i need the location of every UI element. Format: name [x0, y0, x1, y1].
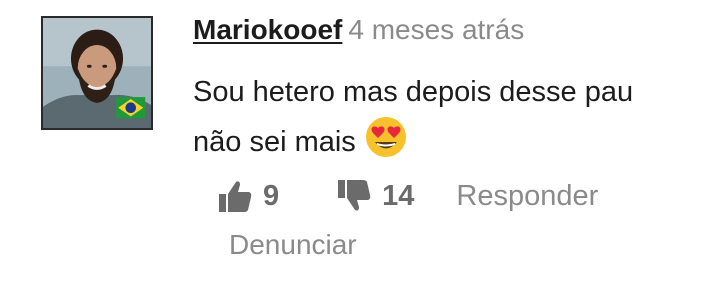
thumbs-down-icon [338, 180, 371, 211]
comment-text-line-2: não sei mais [193, 126, 356, 158]
like-button[interactable]: 9 [215, 176, 279, 216]
comment-text-line: Sou hetero mas depois desse pau [193, 76, 634, 108]
comment-timestamp: 4 meses atrás [348, 14, 525, 45]
thumbs-up-icon [219, 181, 252, 212]
reply-button[interactable]: Responder [456, 180, 598, 213]
dislike-count: 14 [382, 179, 415, 212]
heart-eyes-emoji [365, 117, 406, 157]
comment-actions: 9 14 Responder [215, 176, 598, 216]
like-count: 9 [263, 179, 280, 212]
comment-text: Sou hetero mas depois desse pau não sei … [193, 70, 693, 165]
avatar-photo [43, 18, 151, 128]
username-link[interactable]: Mariokooef [193, 14, 342, 45]
avatar[interactable] [41, 16, 153, 130]
comment-header: Mariokooef 4 meses atrás [193, 12, 524, 48]
dislike-button[interactable]: 14 [334, 176, 414, 216]
comment-text-line: não sei mais [193, 115, 693, 165]
report-button[interactable]: Denunciar [229, 229, 357, 261]
brazil-flag-icon [116, 97, 146, 119]
